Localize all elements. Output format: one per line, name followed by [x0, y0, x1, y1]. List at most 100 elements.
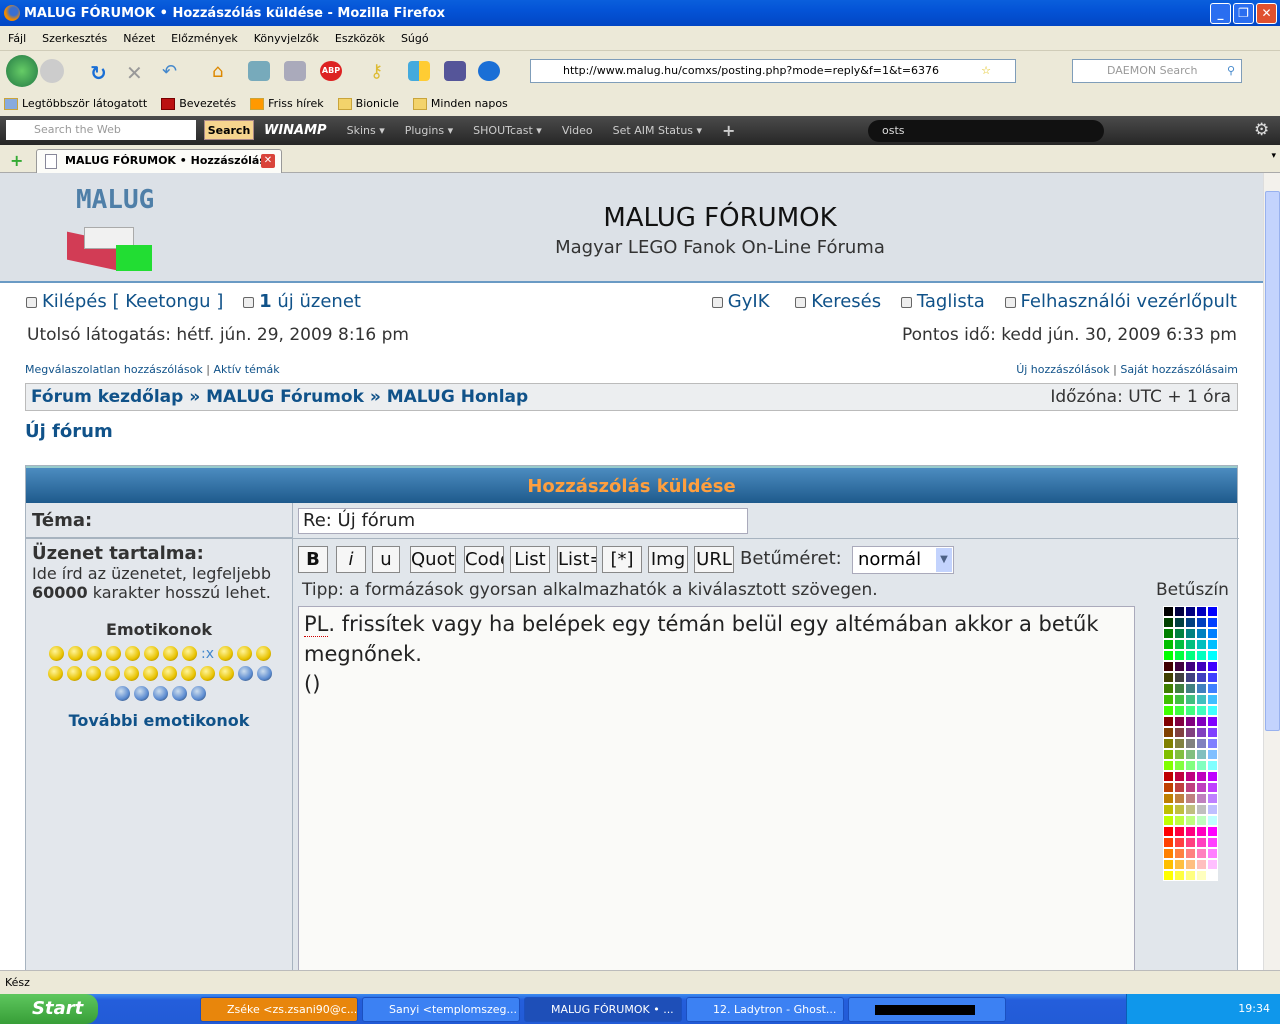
emoticon-icon[interactable]	[143, 666, 158, 681]
color-swatch[interactable]	[1163, 870, 1174, 881]
color-swatch[interactable]	[1207, 639, 1218, 650]
emoticon-icon[interactable]	[200, 666, 215, 681]
color-swatch[interactable]	[1174, 815, 1185, 826]
adblock-icon[interactable]: ABP	[320, 61, 342, 81]
color-swatch[interactable]	[1196, 628, 1207, 639]
color-swatch[interactable]	[1174, 870, 1185, 881]
color-swatch[interactable]	[1207, 683, 1218, 694]
color-swatch[interactable]	[1196, 694, 1207, 705]
color-swatch[interactable]	[1174, 760, 1185, 771]
url-bar[interactable]: http://www.malug.hu/comxs/posting.php?mo…	[530, 59, 1016, 83]
active-topics-link[interactable]: Aktív témák	[213, 363, 279, 376]
ordered-list-button[interactable]: List=	[557, 546, 597, 573]
emoticon-icon[interactable]	[48, 666, 63, 681]
color-swatch[interactable]	[1185, 793, 1196, 804]
color-swatch[interactable]	[1185, 716, 1196, 727]
emoticon-icon[interactable]	[48, 646, 64, 661]
color-swatch[interactable]	[1207, 738, 1218, 749]
color-swatch[interactable]	[1196, 650, 1207, 661]
emoticon-icon[interactable]	[162, 666, 177, 681]
emoticon-icon[interactable]	[124, 646, 140, 661]
bookmark-intro[interactable]: Bevezetés	[161, 97, 236, 110]
emoticon-icon[interactable]	[257, 666, 272, 681]
task-firefox[interactable]: MALUG FÓRUMOK • ...	[524, 997, 682, 1022]
color-swatch[interactable]	[1174, 771, 1185, 782]
color-swatch[interactable]	[1207, 672, 1218, 683]
quote-button[interactable]: Quote	[410, 546, 456, 573]
message-textarea[interactable]: PL. frissítek vagy ha belépek egy témán …	[298, 606, 1135, 970]
restore-button[interactable]: ❐	[1233, 3, 1254, 24]
color-swatch[interactable]	[1207, 815, 1218, 826]
color-swatch[interactable]	[1174, 738, 1185, 749]
home-icon[interactable]: ⌂	[212, 61, 234, 82]
daemon-search-input[interactable]: DAEMON Search ⚲	[1072, 59, 1242, 83]
scrollbar-thumb[interactable]	[1265, 191, 1280, 731]
color-swatch[interactable]	[1163, 815, 1174, 826]
emoticon-icon[interactable]	[105, 666, 120, 681]
color-swatch[interactable]	[1163, 672, 1174, 683]
emoticon[interactable]: :x	[201, 646, 214, 662]
color-swatch[interactable]	[1185, 628, 1196, 639]
color-swatch[interactable]	[1174, 672, 1185, 683]
new-posts-link[interactable]: Új hozzászólások	[1016, 363, 1109, 376]
color-swatch[interactable]	[1185, 705, 1196, 716]
color-swatch[interactable]	[1207, 716, 1218, 727]
gear-icon[interactable]: ⚙	[1254, 120, 1269, 140]
color-swatch[interactable]	[1163, 683, 1174, 694]
plugins-menu[interactable]: Plugins ▾	[405, 124, 453, 137]
color-swatch[interactable]	[1174, 804, 1185, 815]
color-swatch[interactable]	[1185, 771, 1196, 782]
color-swatch[interactable]	[1185, 815, 1196, 826]
color-swatch[interactable]	[1163, 760, 1174, 771]
own-posts-link[interactable]: Saját hozzászólásaim	[1120, 363, 1238, 376]
list-item-button[interactable]: [*]	[602, 546, 642, 573]
private-messages-link[interactable]: 1 új üzenet	[243, 291, 361, 312]
color-swatch[interactable]	[1207, 694, 1218, 705]
minimize-button[interactable]: _	[1210, 3, 1231, 24]
color-swatch[interactable]	[1185, 650, 1196, 661]
color-swatch[interactable]	[1163, 628, 1174, 639]
color-swatch[interactable]	[1207, 749, 1218, 760]
start-button[interactable]: Start	[0, 994, 98, 1024]
menu-edit[interactable]: Szerkesztés	[34, 32, 115, 45]
color-swatch[interactable]	[1207, 727, 1218, 738]
color-swatch[interactable]	[1207, 793, 1218, 804]
color-swatch[interactable]	[1174, 716, 1185, 727]
search-icon[interactable]: ⚲	[1227, 60, 1235, 82]
emoticon-icon[interactable]	[171, 686, 187, 701]
color-swatch[interactable]	[1163, 661, 1174, 672]
image-button[interactable]: Img	[648, 546, 688, 573]
tab-list-icon[interactable]: ▾	[1271, 151, 1276, 161]
bookmark-most-visited[interactable]: Legtöbbször látogatott	[4, 97, 147, 110]
subject-input[interactable]: Re: Új fórum	[298, 508, 748, 534]
shoutcast-menu[interactable]: SHOUTcast ▾	[473, 124, 542, 137]
code-button[interactable]: Code	[464, 546, 504, 573]
color-swatch[interactable]	[1207, 760, 1218, 771]
add-button[interactable]: +	[722, 121, 735, 140]
forum-title[interactable]: Új fórum	[25, 421, 113, 442]
back-icon[interactable]	[6, 55, 38, 87]
color-swatch[interactable]	[1185, 837, 1196, 848]
color-swatch[interactable]	[1196, 848, 1207, 859]
color-swatch[interactable]	[1174, 837, 1185, 848]
task-email-2[interactable]: Sanyi <templomszeg...	[362, 997, 520, 1022]
color-swatch[interactable]	[1196, 749, 1207, 760]
color-swatch[interactable]	[1163, 617, 1174, 628]
color-swatch[interactable]	[1196, 782, 1207, 793]
list-button[interactable]: List	[510, 546, 550, 573]
emoticon-icon[interactable]	[67, 646, 83, 661]
color-swatch[interactable]	[1196, 705, 1207, 716]
emoticon-icon[interactable]	[219, 666, 234, 681]
color-swatch[interactable]	[1207, 628, 1218, 639]
italic-button[interactable]: i	[336, 546, 366, 573]
color-swatch[interactable]	[1207, 705, 1218, 716]
aim-status-menu[interactable]: Set AIM Status ▾	[613, 124, 702, 137]
color-swatch[interactable]	[1207, 617, 1218, 628]
color-swatch[interactable]	[1196, 771, 1207, 782]
breadcrumb-forums[interactable]: MALUG Fórumok	[206, 387, 364, 407]
color-swatch[interactable]	[1196, 683, 1207, 694]
menu-help[interactable]: Súgó	[393, 32, 437, 45]
color-swatch[interactable]	[1185, 870, 1196, 881]
web-search-input[interactable]: Search the Web	[6, 120, 196, 140]
color-swatch[interactable]	[1185, 661, 1196, 672]
